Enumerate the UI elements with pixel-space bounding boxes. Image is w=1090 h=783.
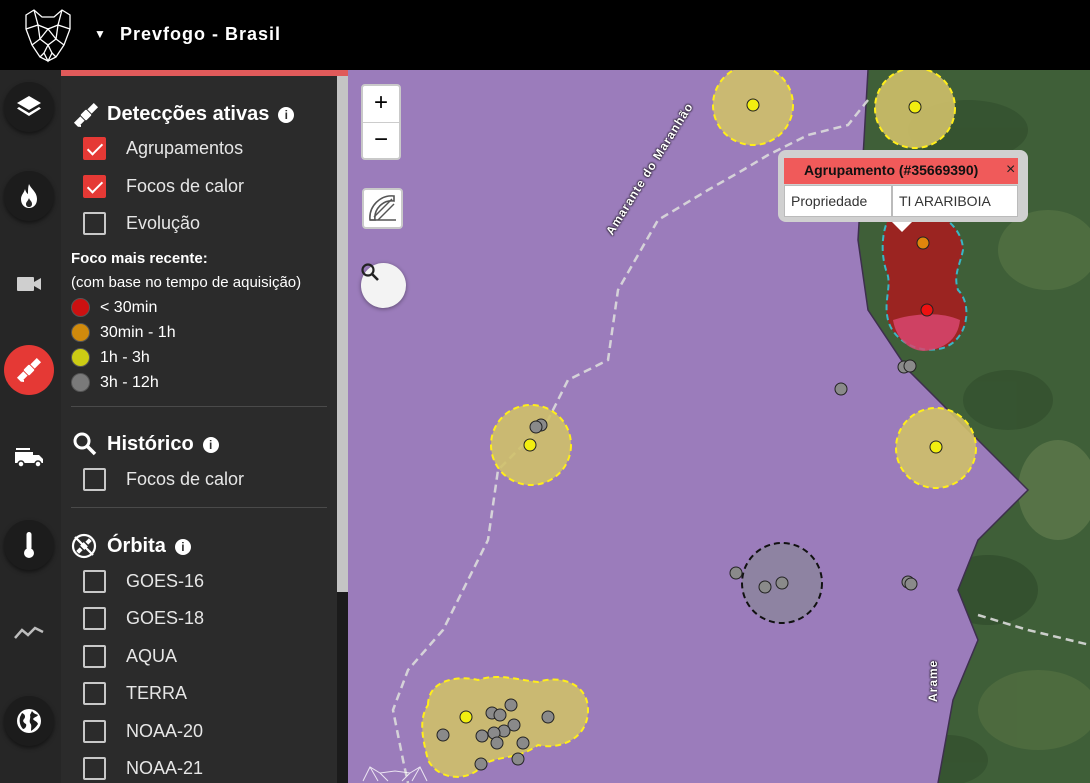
- map[interactable]: Amarante do Maranhão Arame + − Agrupamen…: [348, 70, 1090, 783]
- zoom-out-button[interactable]: −: [363, 123, 399, 159]
- legend-swatch: [71, 298, 90, 317]
- orbit-title: Órbita i: [107, 535, 191, 558]
- popup-title: Agrupamento (#35669390): [804, 162, 979, 178]
- legend-item: 30min - 1h: [71, 323, 176, 342]
- panel-accent: [61, 70, 348, 76]
- legend-item: < 30min: [71, 298, 157, 317]
- legend-title: Foco mais recente:: [71, 250, 208, 267]
- globe-icon: [17, 709, 41, 733]
- checkbox-focos-de-calor[interactable]: Focos de calor: [83, 173, 244, 199]
- checkbox[interactable]: [83, 174, 106, 198]
- info-icon[interactable]: i: [202, 436, 219, 453]
- fire-truck-icon: [15, 448, 43, 468]
- fire-button[interactable]: [4, 171, 54, 221]
- fire-icon: [21, 184, 37, 208]
- checkbox-goes-16[interactable]: GOES-16: [83, 568, 204, 594]
- map-search-button[interactable]: [361, 263, 406, 308]
- legend-swatch: [71, 373, 90, 392]
- divider: [71, 406, 327, 407]
- checkbox-evolucao[interactable]: Evolução: [83, 210, 200, 236]
- orbit-icon: [71, 533, 97, 559]
- legend-swatch: [71, 323, 90, 342]
- checkbox[interactable]: [83, 211, 106, 235]
- legend-swatch: [71, 348, 90, 367]
- close-icon[interactable]: ×: [1006, 161, 1015, 179]
- checkbox-noaa-21[interactable]: NOAA-21: [83, 755, 203, 781]
- checkbox[interactable]: [83, 467, 106, 491]
- checkbox[interactable]: [83, 756, 106, 780]
- app-title[interactable]: Prevfogo - Brasil: [120, 24, 281, 45]
- checkbox[interactable]: [83, 606, 106, 630]
- globe-button[interactable]: [4, 696, 54, 746]
- camera-button[interactable]: [4, 259, 54, 309]
- cluster-popup: Agrupamento (#35669390) × Propriedade TI…: [778, 150, 1028, 232]
- checkbox[interactable]: [83, 569, 106, 593]
- trend-button[interactable]: [4, 607, 54, 657]
- protractor-icon: [369, 195, 396, 221]
- zoom-control: + −: [361, 84, 401, 160]
- layers-panel: Detecções ativas i Agrupamentos Focos de…: [61, 70, 348, 783]
- checkbox[interactable]: [83, 681, 106, 705]
- checkbox-goes-18[interactable]: GOES-18: [83, 605, 204, 631]
- popup-key: Propriedade: [784, 185, 892, 217]
- legend-subtitle: (com base no tempo de aquisição): [71, 274, 302, 291]
- popup-table: Propriedade TI ARARIBOIA: [784, 185, 1018, 217]
- info-icon[interactable]: i: [278, 106, 295, 123]
- side-rail: [0, 70, 61, 783]
- checkbox-noaa-20[interactable]: NOAA-20: [83, 718, 203, 744]
- checkbox-terra[interactable]: TERRA: [83, 680, 187, 706]
- satellite-button[interactable]: [4, 345, 54, 395]
- satellite-icon: [73, 102, 99, 128]
- measure-button[interactable]: [362, 188, 403, 229]
- checkbox-historico-focos[interactable]: Focos de calor: [83, 466, 244, 492]
- popup-value: TI ARARIBOIA: [892, 185, 1018, 217]
- search-icon: [361, 263, 379, 281]
- divider: [71, 507, 327, 508]
- road-label: Arame: [926, 659, 940, 702]
- checkbox[interactable]: [83, 136, 106, 160]
- zoom-in-button[interactable]: +: [363, 86, 399, 122]
- panel-scrollbar-thumb[interactable]: [337, 76, 348, 592]
- top-bar: ▼ Prevfogo - Brasil: [0, 0, 1090, 70]
- info-icon[interactable]: i: [174, 538, 191, 555]
- active-detections-title: Detecções ativas i: [107, 103, 295, 126]
- temperature-button[interactable]: [4, 520, 54, 570]
- title-dropdown-icon[interactable]: ▼: [94, 27, 106, 41]
- layers-button[interactable]: [4, 82, 54, 132]
- search-icon: [73, 432, 97, 456]
- watermark-logo-icon: [362, 766, 428, 782]
- checkbox[interactable]: [83, 644, 106, 668]
- thermometer-icon: [24, 532, 34, 558]
- camera-icon: [17, 277, 41, 291]
- checkbox-aqua[interactable]: AQUA: [83, 643, 177, 669]
- checkbox[interactable]: [83, 719, 106, 743]
- popup-header: Agrupamento (#35669390) ×: [784, 158, 1018, 184]
- trend-icon: [14, 626, 44, 639]
- popup-pointer: [892, 222, 912, 232]
- fire-truck-button[interactable]: [4, 432, 54, 482]
- checkbox-agrupamentos[interactable]: Agrupamentos: [83, 135, 243, 161]
- satellite-icon: [16, 357, 42, 383]
- jaguar-logo-icon[interactable]: [20, 7, 76, 63]
- layers-icon: [17, 96, 41, 116]
- legend-item: 3h - 12h: [71, 373, 159, 392]
- legend-item: 1h - 3h: [71, 348, 150, 367]
- history-title: Histórico i: [107, 433, 219, 456]
